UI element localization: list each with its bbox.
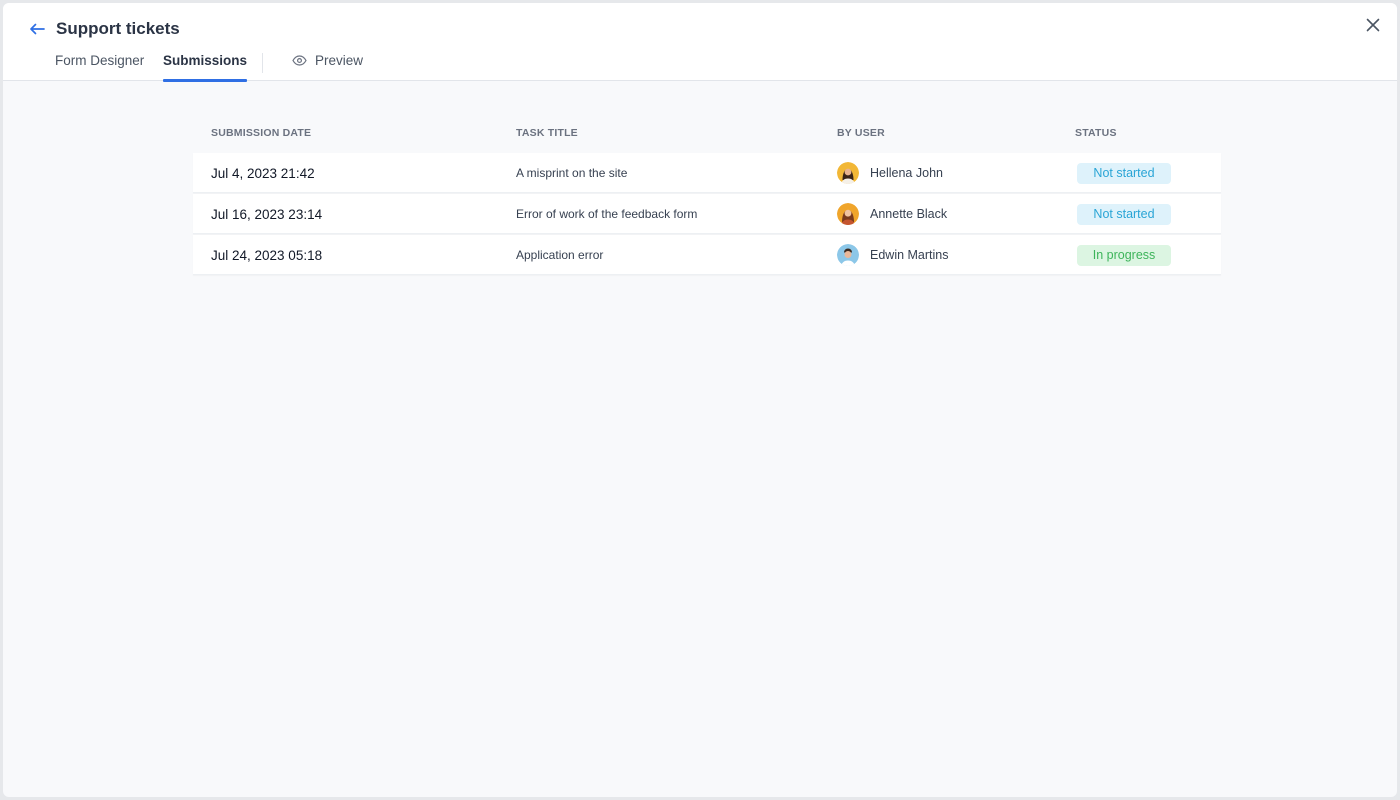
submissions-table: SUBMISSION DATE TASK TITLE BY USER STATU… bbox=[193, 123, 1221, 276]
page-title: Support tickets bbox=[56, 19, 180, 38]
user-cell: Edwin Martins bbox=[837, 235, 949, 275]
submissions-window: Support tickets Form Designer Submission… bbox=[3, 3, 1397, 797]
tab-label: Submissions bbox=[163, 53, 248, 68]
header: Support tickets Form Designer Submission… bbox=[3, 3, 1397, 82]
status-badge: In progress bbox=[1077, 244, 1171, 266]
column-header-submission-date[interactable]: SUBMISSION DATE bbox=[211, 127, 311, 139]
tab-submissions[interactable]: Submissions bbox=[163, 53, 248, 82]
table-row[interactable]: Jul 4, 2023 21:42 A misprint on the site… bbox=[193, 153, 1221, 193]
avatar bbox=[837, 244, 859, 266]
table-row[interactable]: Jul 24, 2023 05:18 Application error Edw… bbox=[193, 235, 1221, 275]
tab-preview[interactable]: Preview bbox=[292, 53, 363, 81]
status-cell: Not started bbox=[1077, 153, 1171, 193]
close-button[interactable] bbox=[1363, 15, 1383, 35]
avatar bbox=[837, 162, 859, 184]
status-cell: Not started bbox=[1077, 194, 1171, 234]
tab-divider bbox=[262, 53, 263, 73]
submission-date: Jul 16, 2023 23:14 bbox=[211, 206, 323, 222]
table-row[interactable]: Jul 16, 2023 23:14 Error of work of the … bbox=[193, 194, 1221, 234]
submission-date: Jul 24, 2023 05:18 bbox=[211, 247, 323, 263]
back-button[interactable] bbox=[25, 19, 49, 39]
user-name: Hellena John bbox=[870, 166, 943, 180]
user-name: Annette Black bbox=[870, 207, 948, 221]
avatar bbox=[837, 203, 859, 225]
status-cell: In progress bbox=[1077, 235, 1171, 275]
close-icon bbox=[1366, 18, 1380, 32]
status-badge: Not started bbox=[1077, 162, 1171, 184]
submission-date: Jul 4, 2023 21:42 bbox=[211, 165, 315, 181]
arrow-left-icon bbox=[30, 23, 45, 35]
column-header-task-title[interactable]: TASK TITLE bbox=[516, 127, 578, 139]
status-badge: Not started bbox=[1077, 203, 1171, 225]
table-header: SUBMISSION DATE TASK TITLE BY USER STATU… bbox=[193, 123, 1221, 153]
user-cell: Annette Black bbox=[837, 194, 947, 234]
eye-icon bbox=[292, 55, 307, 66]
user-name: Edwin Martins bbox=[870, 248, 949, 262]
column-header-status[interactable]: STATUS bbox=[1075, 127, 1117, 139]
tab-label: Preview bbox=[315, 53, 364, 68]
task-title: Application error bbox=[516, 248, 604, 262]
task-title: Error of work of the feedback form bbox=[516, 207, 698, 221]
tab-form-designer[interactable]: Form Designer bbox=[55, 53, 144, 81]
column-header-by-user[interactable]: BY USER bbox=[837, 127, 885, 139]
task-title: A misprint on the site bbox=[516, 166, 628, 180]
user-cell: Hellena John bbox=[837, 153, 943, 193]
tab-label: Form Designer bbox=[55, 53, 145, 68]
